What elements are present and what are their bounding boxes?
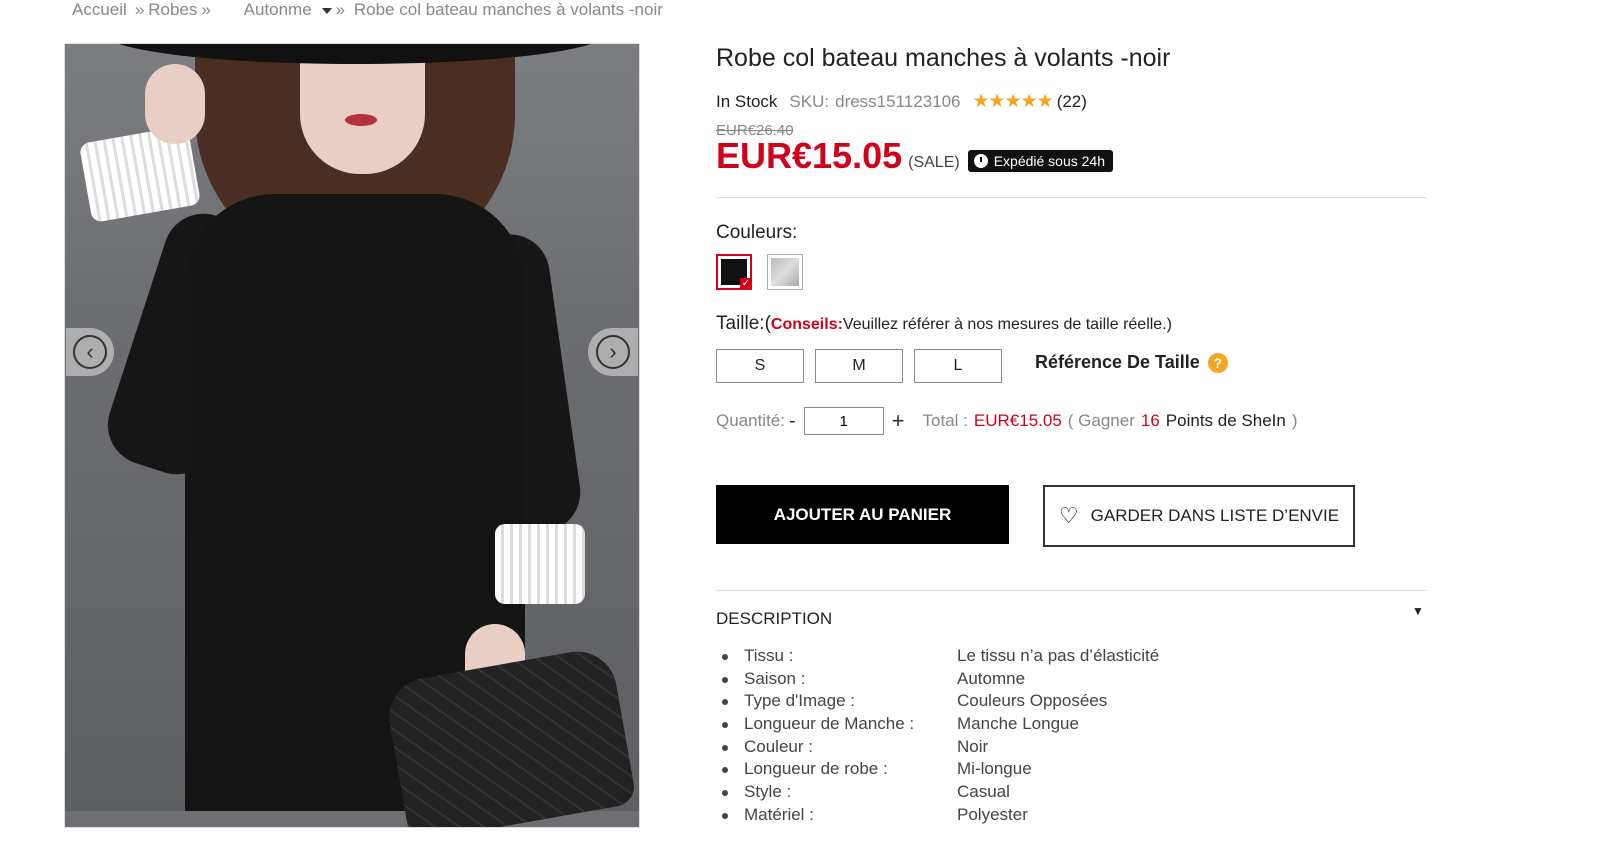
color-swatch-noir[interactable]: ✓ (716, 254, 752, 290)
divider (716, 590, 1426, 591)
breadcrumb: Accueil» Robes» Autonme» Robe col bateau … (72, 0, 663, 19)
size-label: Taille:( (716, 313, 771, 334)
stock-row: In Stock SKU: dress151123106 ★★★★★ (22) (716, 90, 1087, 113)
shipping-badge-label: Expédié sous 24h (993, 153, 1106, 169)
size-option-l[interactable]: L (914, 349, 1002, 383)
total-amount: EUR€15.05 (973, 411, 1062, 430)
sale-label: (SALE) (908, 154, 960, 171)
review-count[interactable]: (22) (1057, 92, 1087, 112)
star-rating-icon[interactable]: ★★★★★ (973, 90, 1054, 113)
add-to-cart-button[interactable]: AJOUTER AU PANIER (716, 485, 1009, 544)
clock-icon (973, 154, 988, 168)
wishlist-label: GARDER DANS LISTE D’ENVIE (1090, 506, 1340, 525)
divider (716, 197, 1426, 198)
product-gallery: ‹ › (64, 43, 640, 828)
earn-close: ) (1291, 411, 1298, 430)
size-reference-link[interactable]: Référence De Taille ? (1035, 352, 1228, 373)
breadcrumb-home[interactable]: Accueil (72, 0, 127, 19)
price-row: EUR€15.05 (SALE) Expédié sous 24h (716, 135, 1114, 177)
earn-suffix: Points de SheIn (1165, 411, 1286, 430)
sku-label: SKU: (789, 91, 830, 111)
heart-icon: ♡ (1058, 503, 1079, 528)
product-title: Robe col bateau manches à volants -noir (716, 44, 1171, 72)
quantity-minus-button[interactable]: - (789, 410, 796, 433)
quantity-plus-button[interactable]: + (892, 408, 905, 434)
breadcrumb-autonme[interactable]: Autonme (244, 0, 312, 19)
earn-prefix: ( Gagner (1067, 411, 1135, 430)
gallery-next-button[interactable]: › (588, 328, 638, 376)
colors-label: Couleurs: (716, 222, 798, 243)
description-toggle[interactable]: DESCRIPTION (716, 609, 832, 629)
shipping-badge: Expédié sous 24h (967, 150, 1114, 172)
color-swatch-gris[interactable] (767, 254, 803, 290)
size-tip: Veuillez référer à nos mesures de taille… (842, 316, 1172, 333)
size-conseils: Conseils: (770, 316, 843, 333)
add-to-wishlist-button[interactable]: ♡ GARDER DANS LISTE D’ENVIE (1043, 485, 1355, 547)
quantity-label: Quantité: (716, 411, 785, 430)
chevron-left-icon: ‹ (73, 335, 107, 369)
chevron-right-icon: › (596, 335, 630, 369)
check-icon: ✓ (740, 278, 752, 290)
product-photo (65, 44, 639, 827)
stock-status: In Stock (716, 91, 778, 111)
breadcrumb-current: Robe col bateau manches à volants -noir (353, 0, 663, 19)
chevron-down-icon[interactable] (321, 7, 332, 14)
question-icon: ? (1207, 352, 1228, 373)
earn-points: 16 (1140, 411, 1160, 430)
total-label: Total : (922, 411, 968, 430)
breadcrumb-robes[interactable]: Robes (148, 0, 197, 19)
size-option-m[interactable]: M (815, 349, 903, 383)
size-row: Taille:(Conseils:Veuillez référer à nos … (716, 313, 1172, 335)
sku-value: dress151123106 (835, 91, 961, 111)
quantity-row: Quantité: - + Total : EUR€15.05 ( Gagner… (716, 406, 1298, 436)
quantity-input[interactable] (803, 407, 884, 435)
gallery-prev-button[interactable]: ‹ (66, 328, 114, 376)
size-option-s[interactable]: S (716, 349, 804, 383)
size-reference-label: Référence De Taille (1035, 352, 1200, 372)
sale-price: EUR€15.05 (716, 135, 903, 176)
caret-down-icon[interactable]: ▼ (1412, 604, 1424, 618)
